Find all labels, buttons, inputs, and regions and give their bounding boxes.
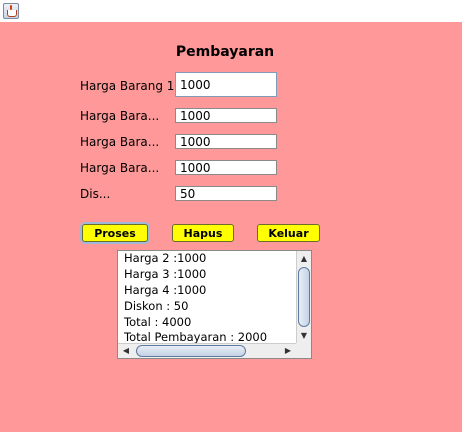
output-line-total-pembayaran: Total Pembayaran : 2000 [124, 330, 268, 344]
java-app-icon [3, 3, 19, 19]
scroll-up-arrow-icon[interactable]: ▲ [297, 252, 311, 266]
hapus-button[interactable]: Hapus [172, 224, 234, 242]
proses-button[interactable]: Proses [82, 224, 148, 242]
output-text-viewport: Harga 2 :1000 Harga 3 :1000 Harga 4 :100… [118, 251, 297, 344]
diskon-field[interactable] [175, 186, 277, 201]
output-line-diskon: Diskon : 50 [124, 299, 189, 313]
label-harga-barang-4: Harga Bara... [80, 161, 160, 175]
scrollbar-corner [296, 343, 311, 358]
form-title: Pembayaran [175, 44, 275, 60]
keluar-button[interactable]: Keluar [257, 224, 320, 242]
output-line-total: Total : 4000 [124, 315, 192, 329]
scroll-left-arrow-icon[interactable]: ◀ [119, 344, 133, 358]
vertical-scroll-thumb[interactable] [298, 267, 310, 327]
harga-barang-2-field[interactable] [175, 108, 277, 123]
output-line-harga-3: Harga 3 :1000 [124, 267, 207, 281]
window-titlebar [0, 0, 462, 22]
label-harga-barang-3: Harga Bara... [80, 135, 160, 149]
vertical-scrollbar[interactable]: ▲ ▼ [296, 251, 311, 344]
harga-barang-3-field[interactable] [175, 134, 277, 149]
label-harga-barang-1: Harga Barang 1 [80, 79, 175, 93]
output-text-area[interactable]: Harga 2 :1000 Harga 3 :1000 Harga 4 :100… [117, 250, 312, 359]
output-line-harga-2: Harga 2 :1000 [124, 251, 207, 265]
horizontal-scrollbar[interactable]: ◀ ▶ [118, 343, 296, 358]
label-harga-barang-2: Harga Bara... [80, 109, 160, 123]
harga-barang-1-field[interactable] [175, 72, 277, 97]
scroll-down-arrow-icon[interactable]: ▼ [297, 329, 311, 343]
horizontal-scroll-thumb[interactable] [136, 345, 246, 357]
harga-barang-4-field[interactable] [175, 160, 277, 175]
scroll-right-arrow-icon[interactable]: ▶ [281, 344, 295, 358]
label-diskon: Dis... [80, 187, 111, 201]
output-line-harga-4: Harga 4 :1000 [124, 283, 207, 297]
